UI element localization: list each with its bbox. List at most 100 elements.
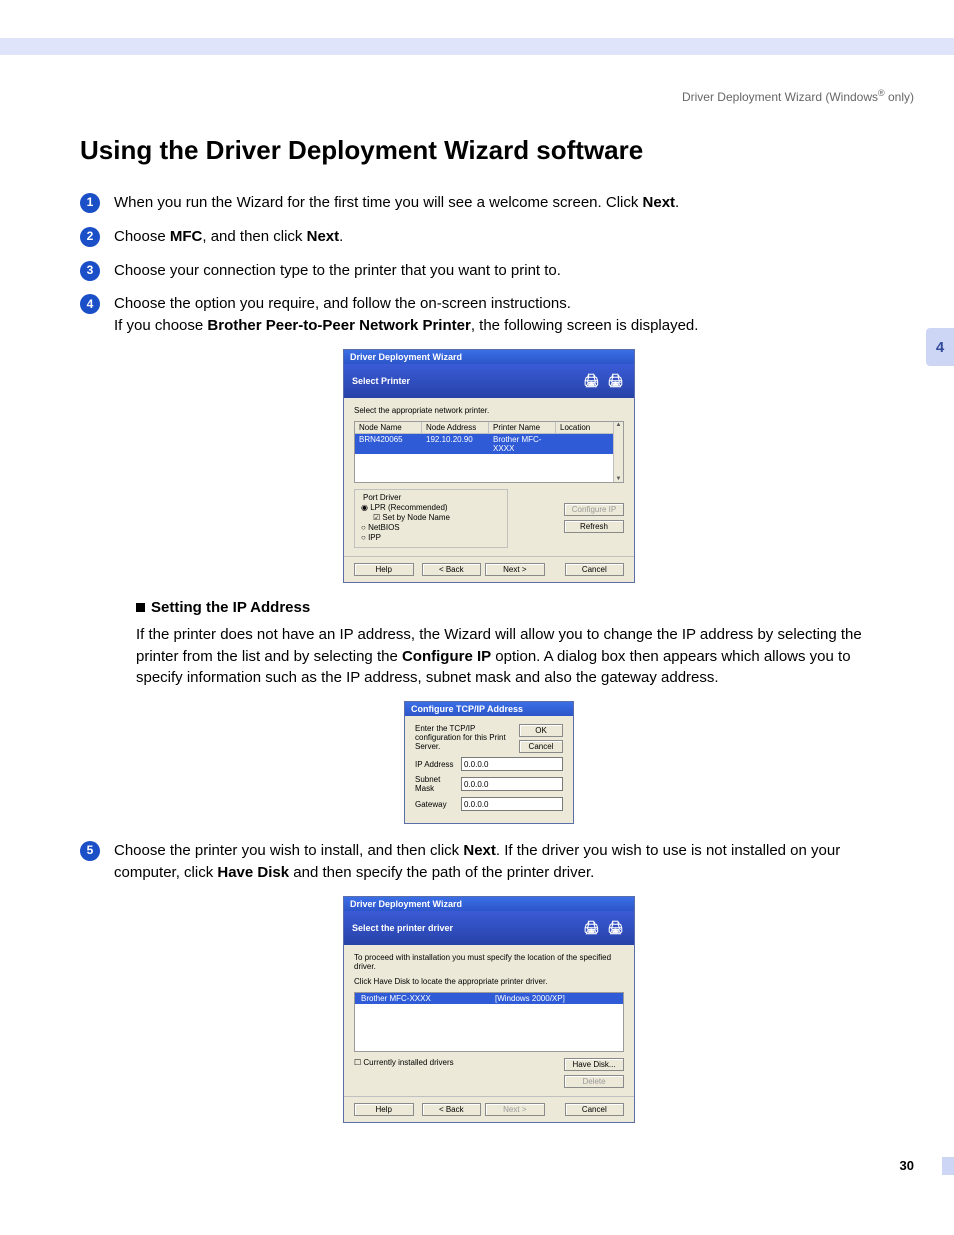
t: . — [339, 228, 343, 245]
cancel-button[interactable]: Cancel — [565, 1103, 625, 1116]
col-node-name: Node Name — [355, 422, 422, 433]
peer-label: Brother Peer-to-Peer Network Printer — [207, 317, 470, 334]
paragraph: If the printer does not have an IP addre… — [136, 624, 898, 689]
have-disk-button[interactable]: Have Disk... — [564, 1058, 624, 1071]
t: Choose your connection type to the print… — [114, 260, 898, 282]
step-3: 3 Choose your connection type to the pri… — [80, 260, 898, 282]
table-row[interactable]: BRN420065 192.10.20.90 Brother MFC-XXXX — [355, 434, 623, 454]
t: , the following screen is displayed. — [471, 317, 699, 334]
radio-lpr[interactable]: ◉ LPR (Recommended) — [361, 503, 501, 512]
banner-text: Select Printer — [352, 376, 410, 386]
cell: 192.10.20.90 — [422, 434, 489, 454]
square-bullet-icon — [136, 603, 145, 612]
cell: BRN420065 — [355, 434, 422, 454]
page-number: 30 — [900, 1158, 914, 1173]
chapter-tab: 4 — [926, 328, 954, 366]
t: LPR (Recommended) — [370, 503, 447, 512]
ip-label: IP Address — [415, 760, 455, 769]
next-button[interactable]: Next > — [485, 563, 545, 576]
configure-ip-label: Configure IP — [402, 648, 491, 665]
t: Choose — [114, 228, 170, 245]
step-number-4: 4 — [80, 294, 100, 314]
step-2: 2 Choose MFC, and then click Next. — [80, 226, 898, 248]
list-item[interactable]: Brother MFC-XXXX [Windows 2000/XP] — [355, 993, 623, 1004]
configure-ip-button[interactable]: Configure IP — [564, 503, 624, 516]
instruction-text: To proceed with installation you must sp… — [354, 953, 624, 971]
dialog-titlebar: Driver Deployment Wizard — [344, 897, 634, 911]
crumb-suffix: only) — [885, 90, 914, 104]
dialog-banner: Select Printer 🖨 🖨 — [344, 364, 634, 398]
header-breadcrumb: Driver Deployment Wizard (Windows® only) — [0, 88, 914, 104]
mfc-label: MFC — [170, 228, 203, 245]
fieldset-legend: Port Driver — [361, 493, 403, 502]
cancel-button[interactable]: Cancel — [519, 740, 563, 753]
step-number-3: 3 — [80, 261, 100, 281]
next-label: Next — [643, 194, 676, 211]
step-number-2: 2 — [80, 227, 100, 247]
cell: Brother MFC-XXXX — [355, 993, 489, 1004]
next-label: Next — [463, 842, 496, 859]
next-button[interactable]: Next > — [485, 1103, 545, 1116]
have-disk-label: Have Disk — [217, 864, 289, 881]
cell: [Windows 2000/XP] — [489, 993, 623, 1004]
configure-tcpip-dialog: Configure TCP/IP Address Enter the TCP/I… — [404, 701, 574, 824]
table-header: Node Name Node Address Printer Name Loca… — [355, 422, 623, 434]
dialog-titlebar: Driver Deployment Wizard — [344, 350, 634, 364]
help-button[interactable]: Help — [354, 1103, 414, 1116]
instruction-text: Click Have Disk to locate the appropriat… — [354, 977, 624, 986]
t: , and then click — [202, 228, 306, 245]
banner-text: Select the printer driver — [352, 923, 453, 933]
ok-button[interactable]: OK — [519, 724, 563, 737]
dialog-message: Enter the TCP/IP configuration for this … — [415, 724, 511, 751]
ip-input[interactable] — [461, 757, 563, 771]
t: . — [675, 194, 679, 211]
next-label: Next — [307, 228, 340, 245]
t: Currently installed drivers — [363, 1058, 453, 1067]
radio-ipp[interactable]: ○ IPP — [361, 533, 501, 542]
gateway-label: Gateway — [415, 800, 455, 809]
page-title: Using the Driver Deployment Wizard softw… — [80, 135, 898, 166]
back-button[interactable]: < Back — [422, 1103, 482, 1116]
t: and then specify the path of the printer… — [289, 864, 594, 881]
printer-icon: 🖨 🖨 — [583, 373, 626, 389]
t: Choose the option you require, and follo… — [114, 295, 571, 312]
cancel-button[interactable]: Cancel — [565, 563, 625, 576]
step-4: 4 Choose the option you require, and fol… — [80, 293, 898, 337]
port-driver-fieldset: Port Driver ◉ LPR (Recommended) ☑ Set by… — [354, 489, 508, 548]
radio-netbios[interactable]: ○ NetBIOS — [361, 523, 501, 532]
subnet-label: Subnet Mask — [415, 775, 455, 793]
subnet-input[interactable] — [461, 777, 563, 791]
step-1: 1 When you run the Wizard for the first … — [80, 192, 898, 214]
t: When you run the Wizard for the first ti… — [114, 194, 643, 211]
side-accent — [942, 1157, 954, 1175]
crumb-text: Driver Deployment Wizard (Windows — [682, 90, 878, 104]
col-printer-name: Printer Name — [489, 422, 556, 433]
header-bar — [0, 38, 954, 55]
t: Choose the printer you wish to install, … — [114, 842, 463, 859]
col-node-address: Node Address — [422, 422, 489, 433]
gateway-input[interactable] — [461, 797, 563, 811]
back-button[interactable]: < Back — [422, 563, 482, 576]
check-nodename[interactable]: ☑ Set by Node Name — [373, 513, 501, 522]
currently-installed-check[interactable]: ☐ Currently installed drivers — [354, 1058, 454, 1088]
step-5: 5 Choose the printer you wish to install… — [80, 840, 898, 884]
delete-button[interactable]: Delete — [564, 1075, 624, 1088]
printer-table[interactable]: Node Name Node Address Printer Name Loca… — [354, 421, 624, 483]
t: Set by Node Name — [382, 513, 450, 522]
refresh-button[interactable]: Refresh — [564, 520, 624, 533]
t: If you choose — [114, 317, 207, 334]
dialog-banner: Select the printer driver 🖨 🖨 — [344, 911, 634, 945]
step-number-1: 1 — [80, 193, 100, 213]
scrollbar[interactable] — [613, 422, 623, 482]
t: IPP — [368, 533, 381, 542]
instruction-text: Select the appropriate network printer. — [354, 406, 624, 415]
t: NetBIOS — [368, 523, 400, 532]
select-driver-dialog: Driver Deployment Wizard Select the prin… — [343, 896, 635, 1123]
cell: Brother MFC-XXXX — [489, 434, 556, 454]
driver-list[interactable]: Brother MFC-XXXX [Windows 2000/XP] — [354, 992, 624, 1052]
step-number-5: 5 — [80, 841, 100, 861]
t: Setting the IP Address — [151, 599, 310, 616]
dialog-titlebar: Configure TCP/IP Address — [405, 702, 573, 716]
help-button[interactable]: Help — [354, 563, 414, 576]
reg-mark: ® — [878, 88, 885, 98]
